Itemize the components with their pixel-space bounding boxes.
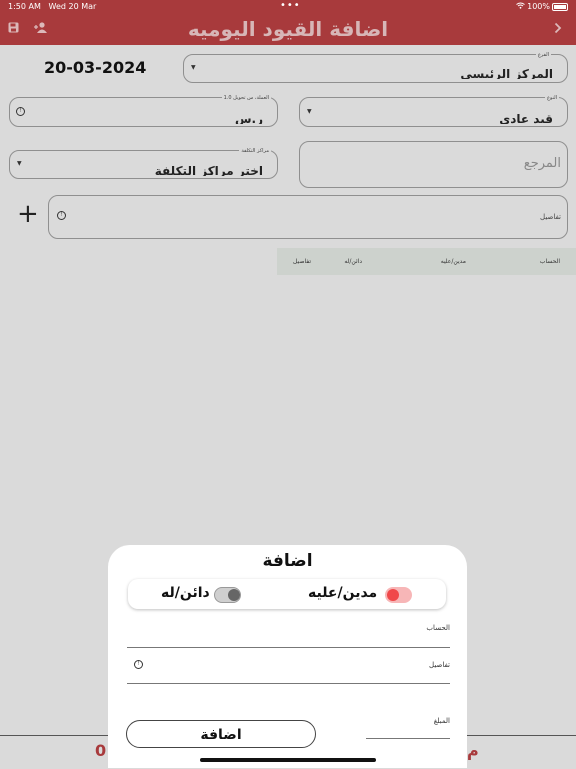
branch-label: الفرع: [535, 52, 551, 58]
chevron-down-icon: ▼: [191, 64, 196, 71]
info-icon[interactable]: !: [16, 107, 25, 116]
wifi-icon: [515, 2, 528, 11]
info-icon[interactable]: !: [57, 211, 66, 220]
amount-label: المبلغ: [433, 717, 450, 725]
branch-dropdown[interactable]: الفرع المركز الرئيسي ▼: [183, 52, 568, 83]
debit-label: مدين/عليه: [308, 585, 378, 601]
cost-center-label: مراكز التكلفة: [239, 148, 271, 154]
amount-field[interactable]: المبلغ: [366, 714, 450, 739]
home-indicator[interactable]: [200, 758, 376, 762]
details-input[interactable]: تفاصيل !: [48, 195, 568, 239]
chevron-right-icon[interactable]: [554, 22, 562, 37]
cost-center-value: اختر مراكز التكلفة: [154, 164, 263, 176]
branch-value: المركز الرئيسي: [460, 67, 553, 79]
type-value: قيد عادي: [499, 112, 553, 124]
credit-label: دائن/له: [161, 585, 210, 601]
debit-toggle-knob: [387, 589, 399, 601]
column-account: الحساب: [539, 258, 560, 265]
total-right-value: م: [467, 741, 479, 760]
table-header: الحساب مدين/عليه دائن/له تفاصيل: [277, 248, 576, 275]
total-left-value: 0: [95, 741, 107, 760]
chevron-down-icon: ▼: [17, 160, 22, 167]
currency-field[interactable]: العملة، س تحويل 1.0 ر.س !: [9, 95, 278, 127]
info-icon[interactable]: !: [134, 660, 143, 669]
status-time: 1:50 AM Wed 20 Mar: [8, 2, 97, 11]
currency-label: العملة، س تحويل 1.0: [221, 95, 271, 101]
add-entry-sheet: اضافة مدين/عليه دائن/له الحساب تفاصيل ! …: [108, 545, 467, 768]
account-field[interactable]: الحساب: [127, 624, 450, 648]
add-line-button[interactable]: +: [17, 201, 39, 227]
details-label: تفاصيل: [540, 213, 561, 221]
debit-toggle[interactable]: [385, 587, 412, 603]
column-debit: مدين/عليه: [440, 258, 466, 265]
date-label[interactable]: 20-03-2024: [44, 58, 146, 77]
chevron-down-icon: ▼: [307, 108, 312, 115]
multitask-dots[interactable]: •••: [280, 0, 301, 11]
page-title: اضافة القيود اليوميه: [187, 17, 389, 41]
credit-toggle[interactable]: [214, 587, 241, 603]
column-credit: دائن/له: [344, 258, 362, 265]
details-field-label: تفاصيل: [429, 661, 450, 669]
reference-input[interactable]: المرجع: [299, 141, 568, 188]
battery-icon: [552, 2, 568, 11]
submit-button[interactable]: اضافة: [126, 720, 316, 748]
save-icon[interactable]: [8, 22, 19, 36]
status-battery: 100%: [515, 2, 568, 11]
details-field[interactable]: تفاصيل !: [127, 658, 450, 684]
currency-value: ر.س: [234, 112, 263, 124]
credit-toggle-knob: [228, 589, 240, 601]
account-label: الحساب: [426, 624, 450, 632]
cost-center-dropdown[interactable]: مراكز التكلفة اختر مراكز التكلفة ▼: [9, 148, 278, 179]
type-label: النوع: [545, 95, 559, 101]
sheet-title: اضافة: [262, 551, 313, 571]
column-details: تفاصيل: [293, 258, 311, 265]
add-user-icon[interactable]: [33, 22, 48, 36]
reference-placeholder: المرجع: [523, 156, 561, 171]
type-dropdown[interactable]: النوع قيد عادي ▼: [299, 95, 568, 127]
status-bar: 1:50 AM Wed 20 Mar ••• 100%: [0, 0, 576, 14]
